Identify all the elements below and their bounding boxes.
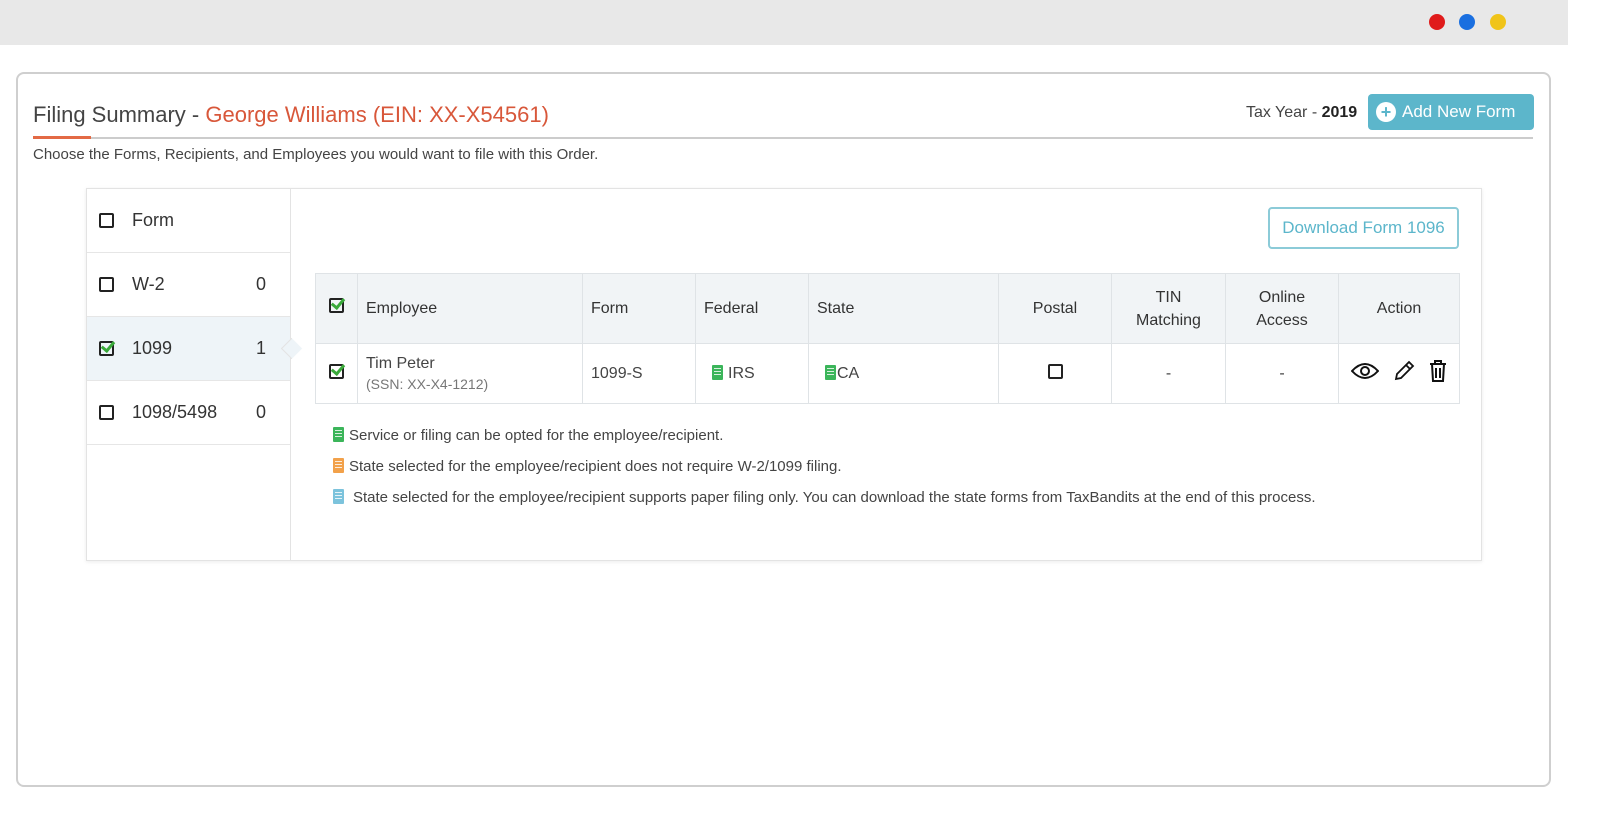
matching-label: Matching — [1136, 311, 1201, 329]
page-title: Filing Summary - George Williams (EIN: X… — [33, 102, 549, 128]
legend-item-green: Service or filing can be opted for the e… — [333, 427, 723, 444]
checkbox[interactable] — [99, 277, 114, 292]
col-online-access: Online Access — [1225, 273, 1339, 344]
access-label: Access — [1256, 311, 1308, 329]
title-divider — [33, 136, 1533, 139]
col-form: Form — [582, 273, 696, 344]
tin-label: TIN — [1155, 288, 1182, 306]
checkbox[interactable] — [99, 405, 114, 420]
employee-table: Employee Form Federal State Postal TIN Ma… — [315, 273, 1460, 404]
col-state: State — [808, 273, 999, 344]
form-count: 1 — [255, 338, 266, 358]
green-document-icon — [333, 427, 344, 442]
employee-cell: Tim Peter (SSN: XX-X4-1212) — [357, 343, 583, 404]
legend-item-orange: State selected for the employee/recipien… — [333, 458, 842, 475]
form-count: 0 — [255, 274, 266, 294]
legend-text: Service or filing can be opted for the e… — [349, 427, 724, 444]
tin-cell: - — [1111, 343, 1226, 404]
document-icon — [825, 364, 836, 380]
postal-cell — [998, 343, 1112, 404]
postal-checkbox[interactable] — [1047, 363, 1063, 379]
row-checkbox[interactable] — [329, 363, 344, 379]
plus-circle-icon: + — [1376, 102, 1396, 122]
form-select-all[interactable]: Form — [87, 189, 290, 253]
state-value: CA — [837, 364, 860, 382]
action-cell — [1338, 343, 1460, 404]
tax-year-value: 2019 — [1321, 104, 1358, 121]
legend-text: State selected for the employee/recipien… — [353, 489, 1316, 506]
employee-ssn: (SSN: XX-X4-1212) — [366, 376, 489, 392]
col-employee: Employee — [357, 273, 583, 344]
add-new-form-button[interactable]: + Add New Form — [1368, 94, 1534, 130]
legend-item-blue: State selected for the employee/recipien… — [333, 489, 1316, 506]
orange-document-icon — [333, 458, 344, 473]
form-label: W-2 — [132, 274, 165, 294]
title-text: Filing Summary — [33, 102, 186, 127]
tax-year-label: Tax Year - — [1246, 104, 1322, 121]
row-select-cell — [315, 343, 358, 404]
add-new-form-label: Add New Form — [1402, 102, 1516, 121]
legend-text: State selected for the employee/recipien… — [349, 458, 842, 475]
federal-value: IRS — [728, 364, 755, 382]
online-access-cell: - — [1225, 343, 1339, 404]
form-label: Form — [132, 210, 174, 230]
page-subtitle: Choose the Forms, Recipients, and Employ… — [33, 146, 599, 163]
employee-name: Tim Peter — [366, 355, 435, 372]
form-count: 0 — [255, 402, 266, 422]
window-titlebar — [0, 0, 1568, 45]
form-cell: 1099-S — [582, 343, 696, 404]
col-tin-matching: TIN Matching — [1111, 273, 1226, 344]
form-item-w2[interactable]: W-2 0 — [87, 253, 290, 317]
form-label: 1099 — [132, 338, 173, 358]
online-label: Online — [1258, 288, 1306, 306]
form-item-1098-5498[interactable]: 1098/5498 0 — [87, 381, 290, 445]
blue-document-icon — [333, 489, 344, 504]
state-cell: CA — [808, 343, 999, 404]
delete-trash-icon[interactable] — [1429, 360, 1447, 387]
view-eye-icon[interactable] — [1350, 362, 1379, 385]
form-type-list: Form W-2 0 1099 1 1098/5498 0 — [87, 189, 291, 560]
checkbox[interactable] — [99, 213, 114, 228]
organization-name: George Williams (EIN: XX-X54561) — [205, 102, 549, 127]
select-all-cell — [315, 273, 358, 344]
forms-panel: Form W-2 0 1099 1 1098/5498 0 Download Form… — [86, 188, 1482, 561]
yellow-dot-icon[interactable] — [1490, 14, 1506, 30]
select-all-checkbox[interactable] — [329, 298, 344, 313]
federal-cell: IRS — [695, 343, 809, 404]
col-postal: Postal — [998, 273, 1112, 344]
download-form-1096-button[interactable]: Download Form 1096 — [1268, 207, 1459, 249]
title-accent — [33, 136, 91, 139]
form-label: 1098/5498 — [132, 402, 218, 422]
edit-pencil-icon[interactable] — [1393, 360, 1415, 387]
title-separator: - — [185, 102, 206, 127]
table-header-row: Employee Form Federal State Postal TIN Ma… — [315, 273, 1460, 344]
form-item-1099[interactable]: 1099 1 — [87, 317, 290, 381]
col-federal: Federal — [695, 273, 809, 344]
document-icon — [712, 364, 723, 380]
col-action: Action — [1338, 273, 1460, 344]
blue-dot-icon[interactable] — [1459, 14, 1475, 30]
tax-year: Tax Year - 2019 — [1246, 104, 1357, 122]
red-dot-icon[interactable] — [1429, 14, 1445, 30]
table-row: Tim Peter (SSN: XX-X4-1212) 1099-S IRS CA… — [315, 343, 1460, 404]
checkbox-checked[interactable] — [99, 341, 114, 356]
